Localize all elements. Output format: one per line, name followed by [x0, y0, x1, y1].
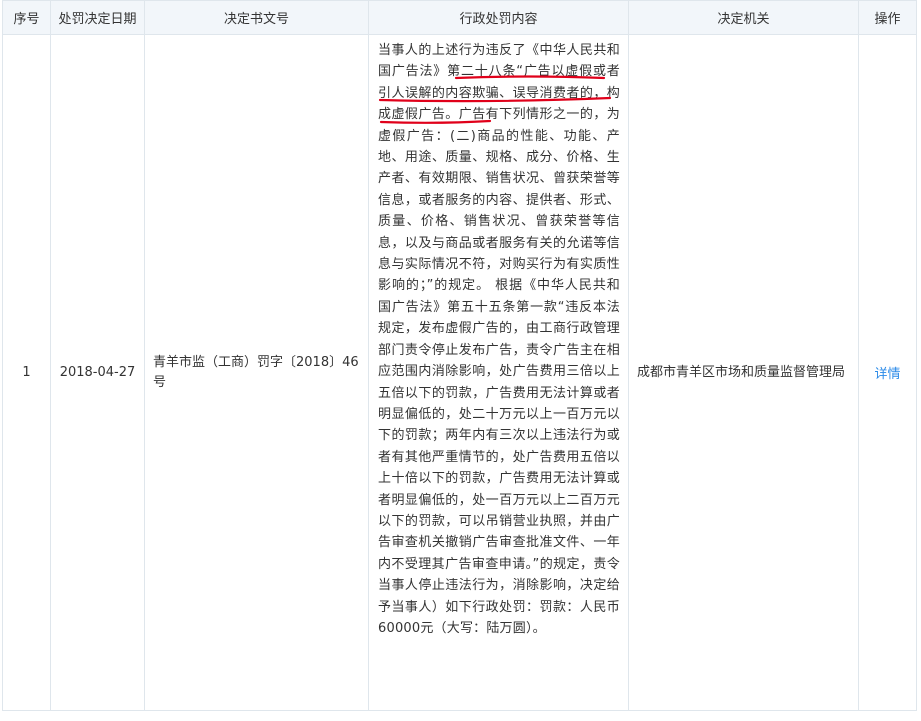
- table-row: 1 2018-04-27 青羊市监（工商）罚字〔2018〕46号 当事人的上述行…: [2, 34, 917, 711]
- cell-content: 当事人的上述行为违反了《中华人民共和国广告法》第二十八条“广告以虚假或者引人误解…: [368, 34, 629, 711]
- cell-index: 1: [2, 34, 51, 711]
- content-text: 当事人的上述行为违反了《中华人民共和国广告法》第二十八条“广告以虚假或者引人误解…: [378, 43, 620, 636]
- content-wrapper: 当事人的上述行为违反了《中华人民共和国广告法》第二十八条“广告以虚假或者引人误解…: [378, 40, 620, 639]
- cell-doc-number: 青羊市监（工商）罚字〔2018〕46号: [144, 34, 369, 711]
- cell-date: 2018-04-27: [50, 34, 145, 711]
- penalty-table: 序号 处罚决定日期 决定书文号 行政处罚内容 决定机关 操作 1 2018-04…: [2, 0, 917, 711]
- column-header-doc-number: 决定书文号: [144, 0, 369, 35]
- cell-action: 详情: [858, 34, 917, 711]
- column-header-content: 行政处罚内容: [368, 0, 629, 35]
- details-link[interactable]: 详情: [874, 367, 900, 382]
- column-header-action: 操作: [858, 0, 917, 35]
- column-header-date: 处罚决定日期: [50, 0, 145, 35]
- column-header-authority: 决定机关: [628, 0, 859, 35]
- column-header-index: 序号: [2, 0, 51, 35]
- table-header-row: 序号 处罚决定日期 决定书文号 行政处罚内容 决定机关 操作: [2, 0, 917, 35]
- cell-authority: 成都市青羊区市场和质量监督管理局: [628, 34, 859, 711]
